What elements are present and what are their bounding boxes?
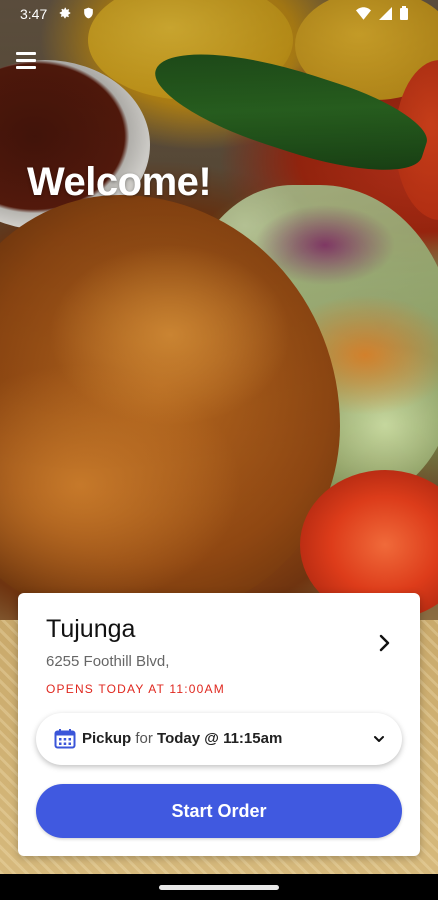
store-address: 6255 Foothill Blvd, xyxy=(46,653,170,670)
status-time: 3:47 xyxy=(20,6,48,22)
pickup-time-selector[interactable]: Pickup for Today @ 11:15am xyxy=(36,713,402,765)
app-screen: 3:47 Welcome! Tujunga 6255 Foothill Blvd… xyxy=(0,0,438,900)
welcome-heading: Welcome! xyxy=(27,160,212,204)
hamburger-menu-icon[interactable] xyxy=(16,52,38,74)
wifi-icon xyxy=(356,6,371,23)
start-order-button[interactable]: Start Order xyxy=(36,784,402,838)
status-bar: 3:47 xyxy=(0,0,438,28)
menu-line xyxy=(16,52,36,55)
status-right-icons xyxy=(356,6,408,23)
store-card: Tujunga 6255 Foothill Blvd, OPENS TODAY … xyxy=(18,593,420,856)
pickup-summary: Pickup for Today @ 11:15am xyxy=(82,730,282,747)
signal-icon xyxy=(379,6,392,23)
pickup-mode: Pickup xyxy=(82,730,132,747)
chevron-down-icon xyxy=(372,732,386,746)
store-hours: OPENS TODAY AT 11:00AM xyxy=(46,682,225,696)
chevron-right-icon[interactable] xyxy=(370,629,398,657)
battery-icon xyxy=(400,6,408,23)
calendar-icon xyxy=(54,728,76,750)
home-gesture-handle[interactable] xyxy=(159,885,279,890)
menu-line xyxy=(16,59,36,62)
menu-line xyxy=(16,66,36,69)
pickup-connector: for xyxy=(135,730,153,747)
gear-icon xyxy=(58,6,72,23)
pickup-when: Today @ 11:15am xyxy=(157,730,283,747)
status-left-icons xyxy=(58,6,95,23)
navigation-bar xyxy=(0,874,438,900)
shield-icon xyxy=(82,6,95,23)
store-name[interactable]: Tujunga xyxy=(46,615,135,644)
